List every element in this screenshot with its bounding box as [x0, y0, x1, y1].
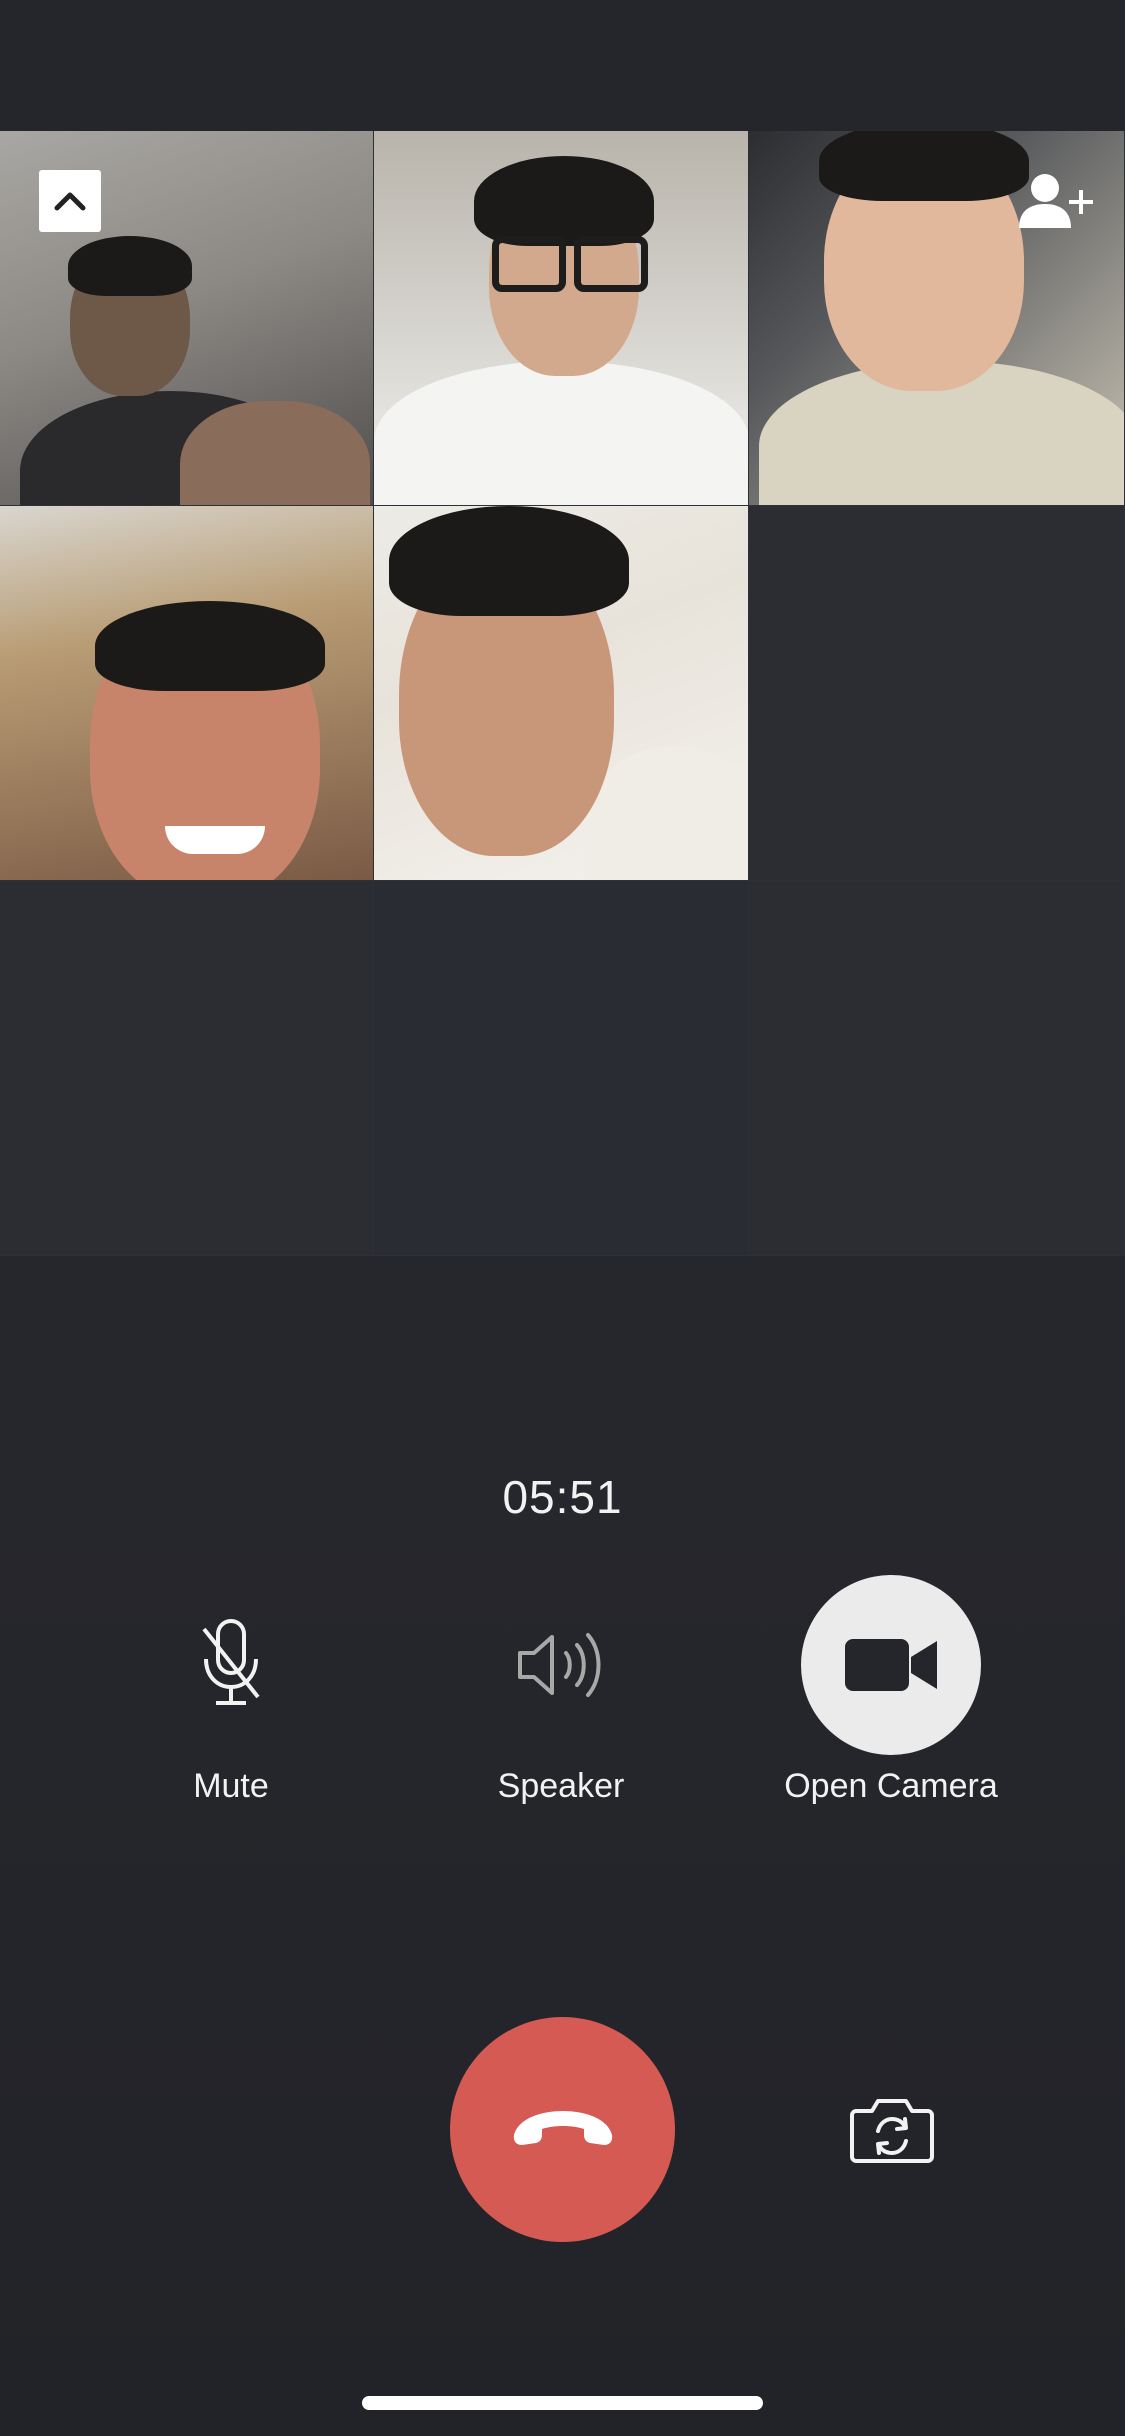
open-camera-label: Open Camera: [784, 1767, 998, 1805]
empty-slot: [374, 881, 749, 1256]
chevron-up-icon: [54, 192, 86, 211]
hangup-button[interactable]: [450, 2017, 675, 2242]
glasses-left: [492, 236, 566, 292]
add-participant-button[interactable]: [1015, 170, 1095, 232]
open-camera-button[interactable]: Open Camera: [771, 1575, 1011, 1806]
video-call-screen: 05:51 Mute Speaker Open Camera: [0, 0, 1125, 2436]
speaker-icon: [518, 1633, 601, 1697]
mute-label: Mute: [193, 1767, 269, 1805]
phone-hangup-icon: [513, 2110, 612, 2145]
speaker-icon-wrap: [471, 1575, 651, 1755]
call-timer: 05:51: [502, 1471, 623, 1523]
participant-smile: [165, 826, 265, 854]
participant-hair: [389, 506, 629, 616]
home-indicator[interactable]: [362, 2396, 763, 2410]
add-person-icon: [1019, 174, 1093, 228]
mute-icon-wrap: [141, 1575, 321, 1755]
participant-hair: [819, 131, 1029, 201]
collapse-button[interactable]: [39, 170, 101, 232]
microphone-muted-icon: [202, 1619, 260, 1705]
camera-icon-wrap: [801, 1575, 981, 1755]
mute-button[interactable]: Mute: [111, 1575, 351, 1806]
participant-grid: [0, 131, 1125, 1256]
speaker-label: Speaker: [497, 1767, 625, 1805]
video-camera-icon: [845, 1639, 937, 1691]
empty-slot: [749, 506, 1125, 881]
flip-camera-button[interactable]: [850, 2095, 934, 2165]
participant-hair: [68, 236, 192, 296]
empty-slot: [749, 881, 1125, 1256]
participant-hair: [474, 156, 654, 246]
speaker-button[interactable]: Speaker: [441, 1575, 681, 1806]
participant-tile-4[interactable]: [0, 506, 374, 881]
empty-slot: [0, 881, 374, 1256]
participant-hair: [95, 601, 325, 691]
glasses-right: [574, 236, 648, 292]
camera-flip-icon: [850, 2099, 934, 2163]
participant-tile-2[interactable]: [374, 131, 749, 506]
participant-arm: [180, 401, 370, 505]
participant-tile-5[interactable]: [374, 506, 749, 881]
